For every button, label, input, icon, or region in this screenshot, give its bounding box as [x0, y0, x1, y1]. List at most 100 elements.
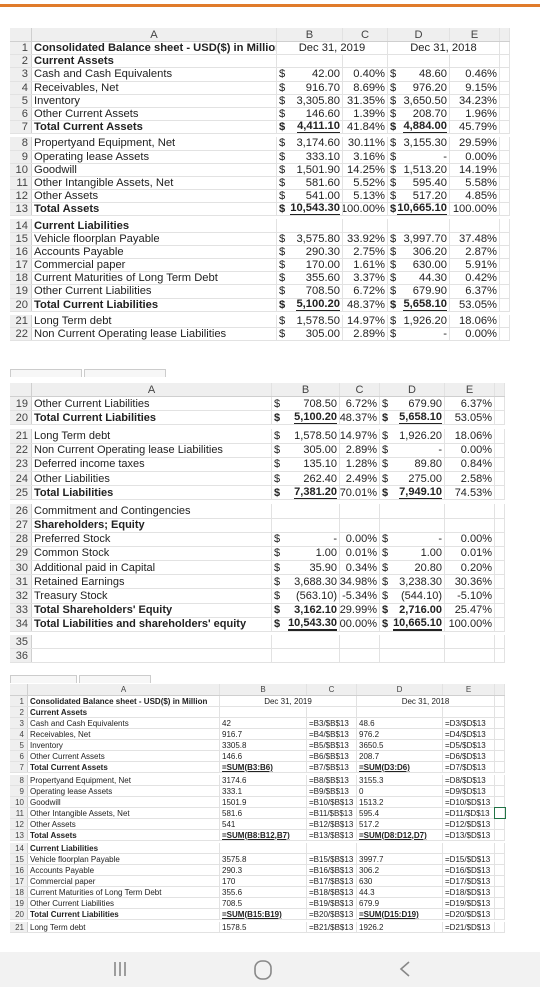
cell-extra[interactable] [500, 219, 510, 232]
cell-d-currency[interactable]: $44.30 [388, 272, 450, 285]
row-number[interactable]: 14 [10, 843, 28, 853]
row-number[interactable]: 7 [10, 762, 28, 772]
cell-e[interactable]: 2.58% [445, 471, 495, 486]
cell-d[interactable]: =SUM(D8:D12,D7) [357, 830, 443, 840]
cell-b-currency[interactable]: $333.10 [277, 150, 343, 163]
row-number[interactable]: 8 [10, 137, 32, 150]
cell-c[interactable] [340, 649, 380, 663]
cell-extra[interactable] [495, 696, 505, 706]
row-number[interactable]: 13 [10, 830, 28, 840]
cell-d-currency[interactable]: $679.90 [388, 285, 450, 298]
cell-d[interactable]: 3650.5 [357, 740, 443, 750]
row-number[interactable]: 4 [10, 729, 28, 739]
row-number[interactable]: 29 [10, 546, 32, 561]
row-number[interactable]: 7 [10, 121, 32, 134]
cell-e[interactable]: 4.85% [450, 190, 500, 203]
cell-b-currency[interactable]: $290.30 [277, 245, 343, 258]
cell-label[interactable]: Consolidated Balance sheet - USD($) in M… [28, 696, 220, 706]
cell-c[interactable] [340, 635, 380, 649]
cell-e[interactable]: 18.06% [450, 314, 500, 327]
cell-e[interactable]: 14.19% [450, 163, 500, 176]
cell-b-currency[interactable]: $5,100.20 [277, 298, 343, 311]
cell-e[interactable] [445, 504, 495, 518]
cell-d[interactable]: 208.7 [357, 751, 443, 761]
cell-c[interactable]: 31.35% [343, 94, 388, 107]
cell-c[interactable]: 6.72% [343, 285, 388, 298]
cell-extra[interactable] [500, 81, 510, 94]
cell-c[interactable]: 0.00% [340, 532, 380, 546]
cell-b[interactable]: 916.7 [220, 729, 307, 739]
cell-c[interactable]: 3.16% [343, 150, 388, 163]
cell-label[interactable]: Goodwill [28, 797, 220, 807]
cell-c[interactable]: 100.00% [343, 203, 388, 216]
cell-d-currency[interactable]: $2,716.00 [380, 603, 445, 617]
cell-d-currency[interactable]: $89.80 [380, 457, 445, 471]
cell-d[interactable] [388, 219, 450, 232]
cell-label[interactable]: Total Assets [28, 830, 220, 840]
cell-c[interactable]: 2.89% [343, 327, 388, 341]
cell-c[interactable]: 100.00% [340, 617, 380, 631]
cell-extra[interactable] [500, 121, 510, 134]
cell-c[interactable]: 30.11% [343, 137, 388, 150]
cell-b-currency[interactable]: $3,305.80 [277, 94, 343, 107]
row-number[interactable]: 20 [10, 411, 32, 425]
cell-d[interactable] [380, 518, 445, 532]
row-number[interactable]: 19 [10, 285, 32, 298]
cell-b-currency[interactable]: $ (563.10) [272, 589, 340, 603]
cell-e[interactable]: 0.00% [450, 327, 500, 341]
cell-label[interactable]: Current Liabilities [28, 843, 220, 853]
cell-label[interactable]: Total Current Liabilities [32, 411, 272, 425]
row-number[interactable]: 5 [10, 740, 28, 750]
column-header-d[interactable]: D [380, 383, 445, 396]
select-all-corner[interactable] [10, 684, 28, 695]
cell-extra[interactable] [495, 429, 505, 443]
cell-label[interactable]: Other Current Liabilities [32, 397, 272, 411]
cell-extra[interactable] [500, 327, 510, 341]
cell-c[interactable]: =B7/$B$13 [307, 762, 357, 772]
cell-c[interactable] [340, 504, 380, 518]
row-number[interactable]: 21 [10, 429, 32, 443]
cell-label[interactable]: Shareholders; Equity [32, 518, 272, 532]
row-number[interactable]: 26 [10, 504, 32, 518]
cell-c[interactable]: =B4/$B$13 [307, 729, 357, 739]
cell-extra[interactable] [495, 876, 505, 886]
column-header-e[interactable]: E [443, 684, 495, 695]
cell-label[interactable]: Receivables, Net [32, 81, 277, 94]
sheet-tab[interactable] [79, 675, 151, 683]
cell-e[interactable]: 6.37% [445, 397, 495, 411]
cell-extra[interactable] [495, 649, 505, 663]
cell-c[interactable]: 33.92% [343, 232, 388, 245]
row-number[interactable]: 19 [10, 397, 32, 411]
cell-extra[interactable] [500, 272, 510, 285]
cell-e[interactable]: 5.91% [450, 259, 500, 272]
cell-d[interactable]: 0 [357, 786, 443, 796]
cell-c[interactable]: =B11/$B$13 [307, 808, 357, 818]
cell-e[interactable]: 37.48% [450, 232, 500, 245]
cell-e[interactable]: 0.42% [450, 272, 500, 285]
row-number[interactable]: 23 [10, 457, 32, 471]
cell-d[interactable] [380, 649, 445, 663]
row-number[interactable]: 2 [10, 707, 28, 717]
cell-extra[interactable] [500, 298, 510, 311]
row-number[interactable]: 17 [10, 259, 32, 272]
cell-c[interactable]: 70.01% [340, 486, 380, 500]
cell-extra[interactable] [495, 504, 505, 518]
cell-extra[interactable] [495, 898, 505, 908]
cell-b-currency[interactable]: $305.00 [272, 443, 340, 457]
row-number[interactable]: 35 [10, 635, 32, 649]
cell-b[interactable]: 708.5 [220, 898, 307, 908]
cell-d[interactable]: 1926.2 [357, 922, 443, 932]
cell-d[interactable] [357, 707, 443, 717]
cell-extra[interactable] [500, 190, 510, 203]
row-number[interactable]: 22 [10, 443, 32, 457]
row-number[interactable]: 10 [10, 163, 32, 176]
column-header-c[interactable]: C [307, 684, 357, 695]
cell-e[interactable]: 53.05% [450, 298, 500, 311]
cell-d[interactable]: 595.4 [357, 808, 443, 818]
cell-c[interactable] [343, 55, 388, 68]
cell-extra[interactable] [500, 42, 510, 55]
row-number[interactable]: 3 [10, 68, 32, 81]
column-header-d[interactable]: D [357, 684, 443, 695]
cell-extra[interactable] [500, 150, 510, 163]
cell-label[interactable]: Operating lease Assets [28, 786, 220, 796]
